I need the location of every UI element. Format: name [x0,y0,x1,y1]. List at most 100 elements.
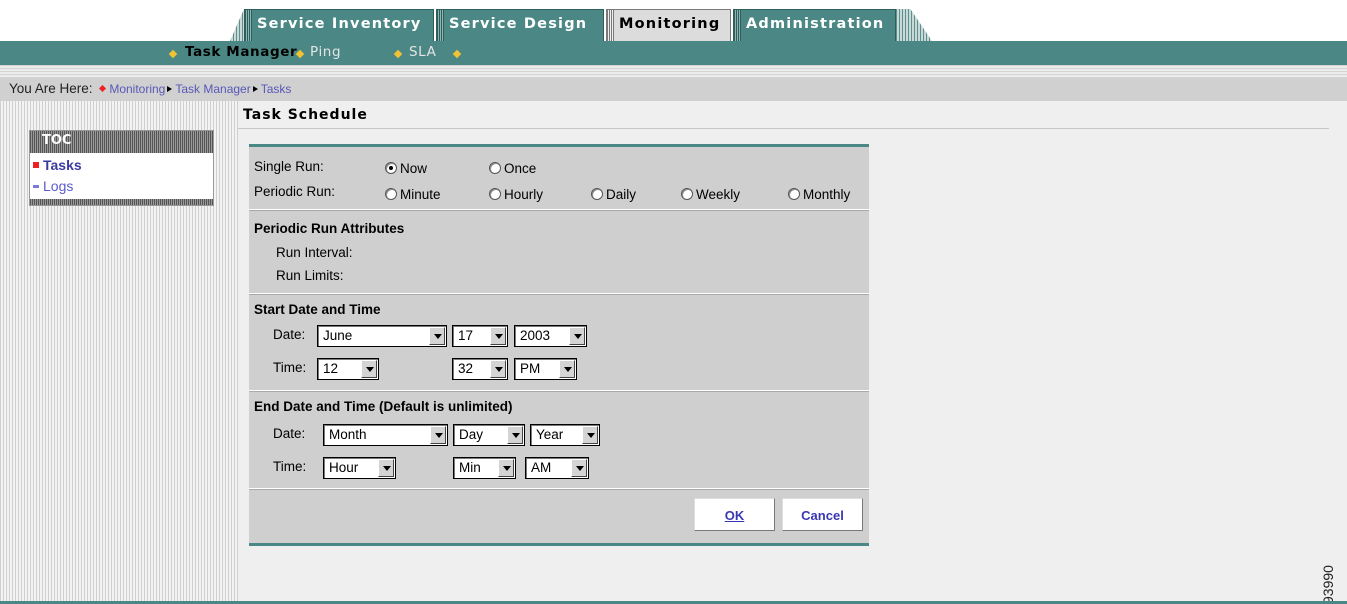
start-month-select[interactable]: June [317,325,447,347]
tab-label: Administration [746,16,885,32]
tab-monitoring[interactable]: Monitoring [606,9,731,41]
radio-unchecked-icon [489,162,501,175]
bullet-icon [33,184,39,188]
select-value: Year [536,427,564,442]
run-type-section: Single Run: Now Once Periodic Run: Minut… [249,147,869,207]
tab-label: Service Inventory [257,16,422,32]
select-value: 2003 [520,328,551,343]
end-datetime-heading: End Date and Time (Default is unlimited) [254,399,513,414]
periodic-attributes-section: Periodic Run Attributes Run Interval: Ru… [249,209,869,291]
breadcrumb-task-manager[interactable]: Task Manager [175,82,250,96]
dropdown-arrow-icon [490,327,506,345]
start-ampm-select[interactable]: PM [514,358,577,380]
radio-daily[interactable]: Daily [591,186,636,204]
dropdown-arrow-icon [559,360,575,378]
left-sidebar: TOC Tasks Logs [0,101,238,604]
radio-unchecked-icon [385,188,397,201]
start-day-select[interactable]: 17 [452,325,508,347]
figure-id: 93990 [1320,565,1336,604]
tab-label: Monitoring [619,16,721,32]
dropdown-arrow-icon [430,426,446,444]
red-diamond-icon [99,85,107,93]
radio-label: Monthly [803,186,851,202]
start-minute-select[interactable]: 32 [452,358,508,380]
radio-label: Now [400,160,428,176]
radio-once[interactable]: Once [489,160,536,178]
start-datetime-heading: Start Date and Time [254,302,381,317]
bullet-icon [33,162,39,169]
tab-bar-left-edge [230,9,244,41]
select-value: Month [329,427,367,442]
select-value: PM [520,361,541,376]
radio-minute[interactable]: Minute [385,186,441,204]
task-schedule-panel: Single Run: Now Once Periodic Run: Minut… [249,144,869,546]
start-date-label: Date: [273,327,306,342]
single-run-label: Single Run: [254,159,324,174]
dropdown-arrow-icon [361,360,377,378]
radio-weekly[interactable]: Weekly [681,186,740,204]
periodic-run-label: Periodic Run: [254,184,336,199]
radio-unchecked-icon [489,188,501,201]
cancel-button[interactable]: Cancel [782,498,863,531]
dropdown-arrow-icon [571,459,587,477]
breadcrumb-monitoring[interactable]: Monitoring [109,82,165,96]
figure-id-container: 93990 [1320,552,1340,604]
toc-item-logs[interactable]: Logs [30,178,73,194]
end-day-select[interactable]: Day [453,424,525,446]
radio-label: Minute [400,186,441,202]
page-title: Task Schedule [243,107,368,123]
dropdown-arrow-icon [498,459,514,477]
breadcrumb-lead: You Are Here: [9,81,93,96]
diamond-icon [452,49,462,59]
diamond-icon [393,49,403,59]
run-limits-label: Run Limits: [276,268,344,283]
diamond-icon [168,49,178,59]
toc-title: TOC [30,131,213,153]
dropdown-arrow-icon [569,327,585,345]
select-value: 12 [323,361,339,376]
select-value: 17 [458,328,474,343]
radio-hourly[interactable]: Hourly [489,186,543,204]
end-time-label: Time: [273,459,307,474]
start-hour-select[interactable]: 12 [317,358,379,380]
tab-service-inventory[interactable]: Service Inventory [244,9,434,41]
top-tab-bar: Service Inventory Service Design Monitor… [0,0,1347,41]
subnav-sla[interactable]: SLA [409,44,436,60]
radio-label: Once [504,160,537,176]
select-value: 32 [458,361,474,376]
start-year-select[interactable]: 2003 [514,325,587,347]
subnav-task-manager[interactable]: Task Manager [185,44,297,60]
tab-service-design[interactable]: Service Design [436,9,604,41]
toc-item-label: Logs [43,178,74,194]
tab-label: Service Design [449,16,588,32]
title-divider [238,128,1329,129]
end-month-select[interactable]: Month [323,424,448,446]
radio-monthly[interactable]: Monthly [788,186,850,204]
start-time-label: Time: [273,360,307,375]
select-value: AM [531,460,552,475]
run-interval-label: Run Interval: [276,245,353,260]
end-hour-select[interactable]: Hour [323,457,396,479]
end-year-select[interactable]: Year [530,424,600,446]
radio-now[interactable]: Now [385,160,427,178]
ok-button[interactable]: OK [694,498,775,531]
breadcrumb-tasks[interactable]: Tasks [261,82,292,96]
end-date-label: Date: [273,426,306,441]
dropdown-arrow-icon [490,360,506,378]
tab-administration[interactable]: Administration [733,9,896,41]
periodic-attributes-heading: Periodic Run Attributes [254,221,405,236]
toc-item-tasks[interactable]: Tasks [30,157,82,173]
sub-navigation: Task Manager Ping SLA [0,41,1347,65]
toc-item-label: Tasks [43,157,82,173]
button-section: OK Cancel [249,488,869,543]
arrow-right-icon [167,85,173,92]
select-value: Min [459,460,481,475]
dropdown-arrow-icon [378,459,394,477]
select-value: Day [459,427,484,442]
subnav-ping[interactable]: Ping [310,44,341,60]
arrow-right-icon [252,85,258,92]
end-minute-select[interactable]: Min [453,457,516,479]
select-value: June [323,328,353,343]
end-datetime-section: End Date and Time (Default is unlimited)… [249,390,869,486]
end-ampm-select[interactable]: AM [525,457,589,479]
